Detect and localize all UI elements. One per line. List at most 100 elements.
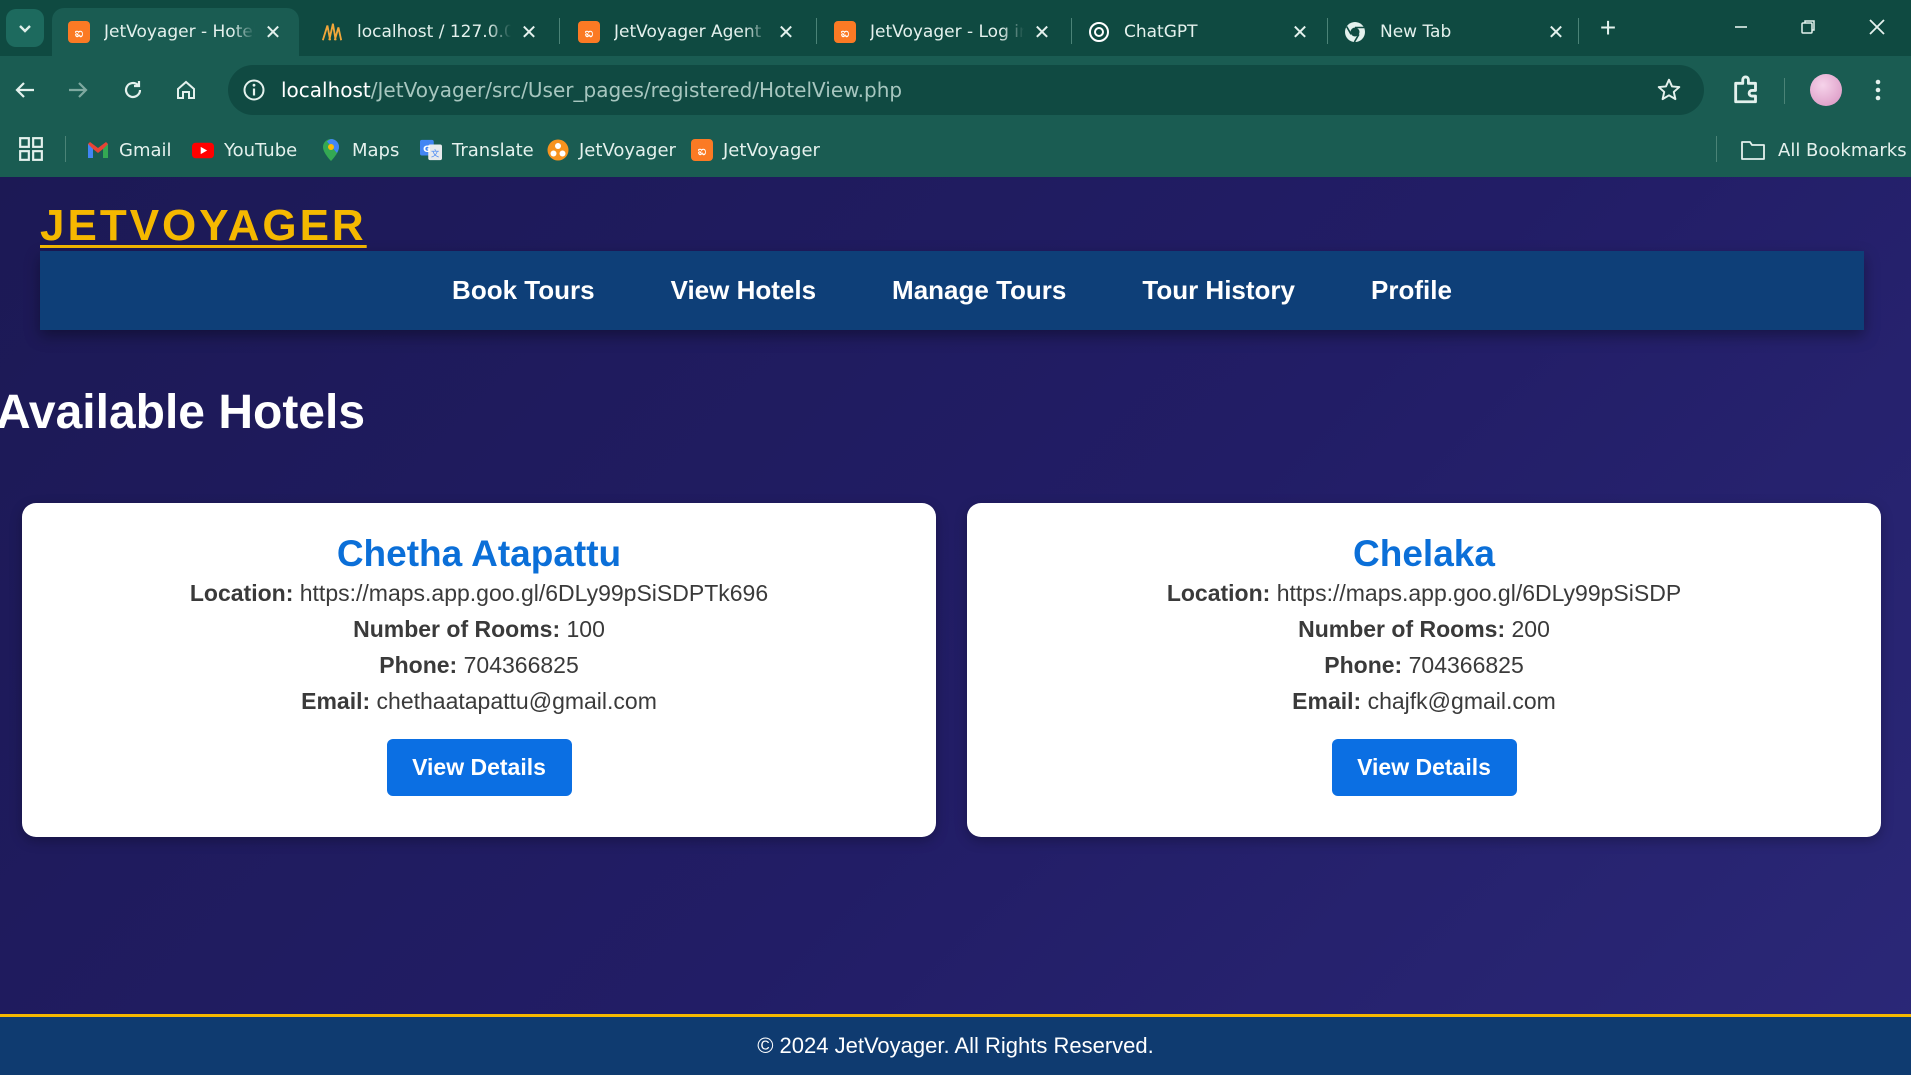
rooms-label: Number of Rooms: bbox=[1298, 616, 1506, 642]
xampp-icon: ಐ bbox=[691, 139, 713, 161]
bookmark-label: YouTube bbox=[224, 139, 298, 161]
toolbar-separator bbox=[1784, 78, 1785, 104]
reload-button[interactable] bbox=[113, 70, 153, 110]
star-icon[interactable] bbox=[1656, 77, 1682, 103]
youtube-icon bbox=[192, 139, 214, 161]
phone-value: 704366825 bbox=[1408, 652, 1524, 678]
gmail-icon bbox=[87, 139, 109, 161]
bookmark-maps[interactable]: Maps bbox=[320, 134, 399, 166]
hotel-cards: Chetha Atapattu Location: https://maps.a… bbox=[22, 503, 1883, 837]
close-icon[interactable]: ✕ bbox=[261, 20, 285, 44]
phpmyadmin-icon bbox=[321, 21, 343, 43]
main-nav: Book Tours View Hotels Manage Tours Tour… bbox=[40, 251, 1864, 330]
bookmark-youtube[interactable]: YouTube bbox=[192, 134, 297, 166]
footer-copyright: © 2024 JetVoyager. All Rights Reserved. bbox=[757, 1033, 1154, 1058]
tab-new-tab[interactable]: New Tab ✕ bbox=[1328, 8, 1582, 56]
bookmark-translate[interactable]: G文 Translate bbox=[420, 134, 534, 166]
phone-label: Phone: bbox=[1324, 652, 1403, 678]
nav-tour-history[interactable]: Tour History bbox=[1104, 275, 1333, 306]
bookmark-jetvoyager-1[interactable]: JetVoyager bbox=[547, 134, 676, 166]
tab-separator bbox=[559, 18, 560, 44]
bookmark-label: Maps bbox=[352, 139, 400, 161]
site-footer: © 2024 JetVoyager. All Rights Reserved. bbox=[0, 1014, 1911, 1075]
web-page: JETVOYAGER Book Tours View Hotels Manage… bbox=[0, 177, 1911, 1075]
tab-separator bbox=[1578, 18, 1579, 44]
browser-menu-button[interactable] bbox=[1862, 74, 1894, 106]
home-icon bbox=[177, 80, 195, 99]
hotel-phone: Phone: 704366825 bbox=[22, 647, 936, 683]
close-icon[interactable]: ✕ bbox=[1030, 20, 1054, 44]
email-label: Email: bbox=[301, 688, 371, 714]
profile-avatar[interactable] bbox=[1810, 74, 1842, 106]
restore-icon bbox=[1801, 20, 1815, 34]
nav-book-tours[interactable]: Book Tours bbox=[414, 275, 633, 306]
tab-chatgpt[interactable]: ChatGPT ✕ bbox=[1072, 8, 1326, 56]
phone-label: Phone: bbox=[379, 652, 458, 678]
bookmark-jetvoyager-2[interactable]: ಐ JetVoyager bbox=[691, 134, 820, 166]
bookmark-label: JetVoyager bbox=[723, 139, 820, 161]
hotel-location: Location: https://maps.app.goo.gl/6DLy99… bbox=[967, 575, 1881, 611]
bookmarks-separator bbox=[65, 136, 66, 162]
browser-toolbar: localhost/JetVoyager/src/User_pages/regi… bbox=[0, 56, 1911, 124]
svg-text:G: G bbox=[423, 144, 431, 155]
svg-text:ಐ: ಐ bbox=[75, 26, 84, 41]
address-bar[interactable]: localhost/JetVoyager/src/User_pages/regi… bbox=[228, 65, 1704, 115]
url-host: localhost bbox=[281, 78, 371, 102]
close-icon bbox=[1869, 19, 1885, 35]
tab-title: JetVoyager - Hotel bbox=[104, 22, 255, 42]
site-logo[interactable]: JETVOYAGER bbox=[40, 201, 367, 251]
bookmarks-separator bbox=[1716, 136, 1717, 162]
location-label: Location: bbox=[1166, 580, 1271, 606]
tab-jetvoyager-agent[interactable]: ಐ JetVoyager Agent ✕ bbox=[562, 8, 812, 56]
xampp-icon: ಐ bbox=[68, 21, 90, 43]
map-pin-icon bbox=[320, 139, 342, 161]
minimize-button[interactable] bbox=[1721, 10, 1761, 44]
hotel-card: Chelaka Location: https://maps.app.goo.g… bbox=[967, 503, 1881, 837]
close-icon[interactable]: ✕ bbox=[1544, 20, 1568, 44]
extensions-icon[interactable] bbox=[1730, 72, 1764, 106]
close-icon[interactable]: ✕ bbox=[517, 20, 541, 44]
minimize-icon bbox=[1735, 26, 1747, 28]
tab-phpmyadmin[interactable]: localhost / 127.0.0 ✕ bbox=[305, 8, 555, 56]
location-label: Location: bbox=[189, 580, 294, 606]
svg-text:文: 文 bbox=[431, 148, 439, 158]
plus-icon: + bbox=[1599, 12, 1617, 43]
tab-title: New Tab bbox=[1380, 22, 1452, 42]
view-details-button[interactable]: View Details bbox=[1331, 739, 1517, 796]
bookmark-gmail[interactable]: Gmail bbox=[87, 134, 172, 166]
hotel-location: Location: https://maps.app.goo.gl/6DLy99… bbox=[22, 575, 936, 611]
bookmarks-bar: Gmail YouTube Maps G文 Translate JetVoyag… bbox=[0, 124, 1911, 176]
all-bookmarks-button[interactable]: All Bookmarks bbox=[1740, 134, 1907, 166]
home-button[interactable] bbox=[166, 70, 206, 110]
hotel-rooms: Number of Rooms: 100 bbox=[22, 611, 936, 647]
close-icon[interactable]: ✕ bbox=[774, 20, 798, 44]
window-close-button[interactable] bbox=[1857, 10, 1897, 44]
all-bookmarks-label: All Bookmarks bbox=[1778, 139, 1907, 161]
info-icon[interactable] bbox=[242, 78, 266, 102]
hotel-rooms: Number of Rooms: 200 bbox=[967, 611, 1881, 647]
new-tab-button[interactable]: + bbox=[1592, 12, 1624, 44]
forward-button[interactable] bbox=[58, 70, 98, 110]
xampp-icon: ಐ bbox=[834, 21, 856, 43]
tab-jetvoyager-hotel[interactable]: ಐ JetVoyager - Hotel ✕ bbox=[52, 8, 299, 56]
back-button[interactable] bbox=[5, 70, 45, 110]
hotel-phone: Phone: 704366825 bbox=[967, 647, 1881, 683]
translate-icon: G文 bbox=[420, 139, 442, 161]
tab-jetvoyager-login[interactable]: ಐ JetVoyager - Log in ✕ bbox=[818, 8, 1068, 56]
nav-profile[interactable]: Profile bbox=[1333, 275, 1490, 306]
close-icon[interactable]: ✕ bbox=[1288, 20, 1312, 44]
url-path: /JetVoyager/src/User_pages/registered/Ho… bbox=[370, 78, 903, 102]
bookmark-label: Translate bbox=[452, 139, 534, 161]
apps-grid-icon[interactable] bbox=[18, 136, 44, 162]
svg-text:ಐ: ಐ bbox=[841, 26, 850, 41]
email-value: chajfk@gmail.com bbox=[1367, 688, 1556, 714]
restore-button[interactable] bbox=[1788, 10, 1828, 44]
tab-search-button[interactable] bbox=[6, 9, 44, 47]
rooms-value: 200 bbox=[1511, 616, 1550, 642]
view-details-button[interactable]: View Details bbox=[386, 739, 572, 796]
nav-manage-tours[interactable]: Manage Tours bbox=[854, 275, 1104, 306]
tab-title: localhost / 127.0.0 bbox=[357, 22, 511, 42]
page-title: Available Hotels bbox=[0, 386, 366, 439]
nav-view-hotels[interactable]: View Hotels bbox=[633, 275, 854, 306]
url-text[interactable]: localhost/JetVoyager/src/User_pages/regi… bbox=[281, 78, 902, 102]
